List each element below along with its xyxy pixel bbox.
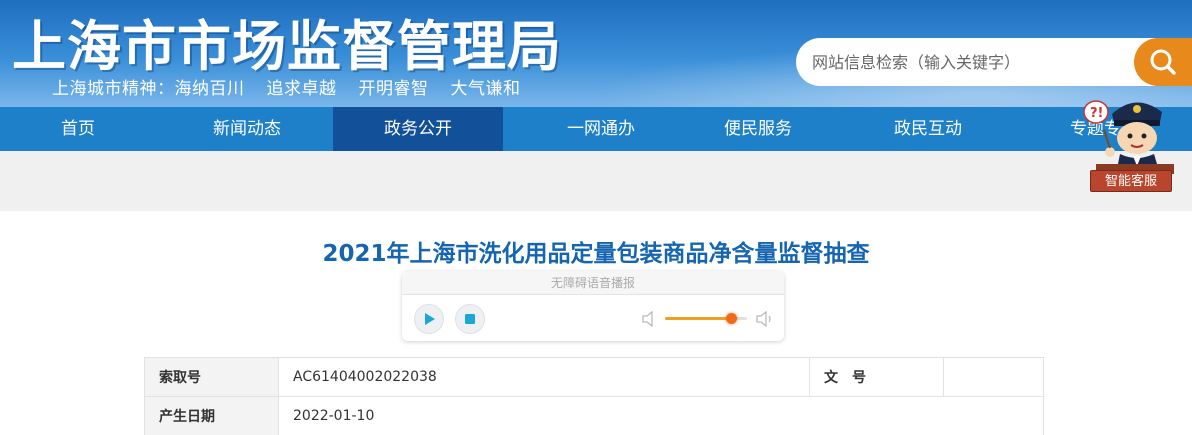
document-info-table: 索取号 AC61404002022038 文 号 产生日期 2022-01-10 xyxy=(144,357,1044,435)
player-title: 无障碍语音播报 xyxy=(402,271,784,295)
search-button[interactable] xyxy=(1134,38,1192,86)
stop-icon xyxy=(465,314,475,324)
volume-mute-icon xyxy=(642,311,653,327)
index-number-label: 索取号 xyxy=(144,357,279,397)
main-nav: 首页 新闻动态 政务公开 一网通办 便民服务 政民互动 专题专栏 xyxy=(0,107,1192,151)
header-banner: 上海市市场监督管理局 上海城市精神：海纳百川 追求卓越 开明睿智 大气谦和 xyxy=(0,0,1192,107)
search-icon xyxy=(1150,49,1176,75)
search-input[interactable] xyxy=(796,38,1156,86)
smart-customer-service[interactable]: ?! 智能客服 xyxy=(1076,92,1192,198)
nav-item-public-services[interactable]: 便民服务 xyxy=(676,107,840,151)
nav-item-government-affairs[interactable]: 政务公开 xyxy=(333,107,503,151)
table-row: 索取号 AC61404002022038 文 号 xyxy=(144,357,1044,397)
article-title: 2021年上海市洗化用品定量包装商品净含量监督抽查 xyxy=(322,241,870,267)
play-icon xyxy=(425,313,435,325)
city-spirit-motto: 上海城市精神：海纳百川 追求卓越 开明睿智 大气谦和 xyxy=(52,74,543,99)
nav-item-interaction[interactable]: 政民互动 xyxy=(846,107,1010,151)
customer-service-label: 智能客服 xyxy=(1090,170,1172,192)
volume-slider[interactable] xyxy=(665,313,747,324)
nav-item-one-stop-service[interactable]: 一网通办 xyxy=(506,107,696,151)
volume-icon xyxy=(756,311,771,327)
motto-part: 追求卓越 xyxy=(266,79,337,99)
page: 上海市市场监督管理局 上海城市精神：海纳百川 追求卓越 开明睿智 大气谦和 首页 新闻… xyxy=(0,0,1192,435)
table-row: 产生日期 2022-01-10 xyxy=(144,396,1044,435)
nav-item-home[interactable]: 首页 xyxy=(0,107,156,151)
accessibility-audio-player: 无障碍语音播报 xyxy=(402,271,784,341)
volume-fill xyxy=(665,317,731,320)
svg-text:?!: ?! xyxy=(1090,106,1103,121)
date-label: 产生日期 xyxy=(144,396,279,435)
motto-part: 开明睿智 xyxy=(358,79,429,99)
site-search xyxy=(796,38,1192,86)
index-number-value: AC61404002022038 xyxy=(278,357,810,397)
site-title[interactable]: 上海市市场监督管理局 xyxy=(12,2,562,81)
motto-part: 大气谦和 xyxy=(450,79,521,99)
motto-part: 上海城市精神：海纳百川 xyxy=(52,79,245,99)
volume-knob[interactable] xyxy=(725,313,737,324)
document-number-label: 文 号 xyxy=(809,357,944,397)
play-button[interactable] xyxy=(414,304,444,334)
nav-item-news[interactable]: 新闻动态 xyxy=(164,107,330,151)
breadcrumb-band xyxy=(0,151,1192,211)
customer-service-robot-icon: ?! xyxy=(1083,100,1174,174)
stop-button[interactable] xyxy=(455,304,485,334)
date-value: 2022-01-10 xyxy=(278,396,1044,435)
document-number-value xyxy=(943,357,1044,397)
